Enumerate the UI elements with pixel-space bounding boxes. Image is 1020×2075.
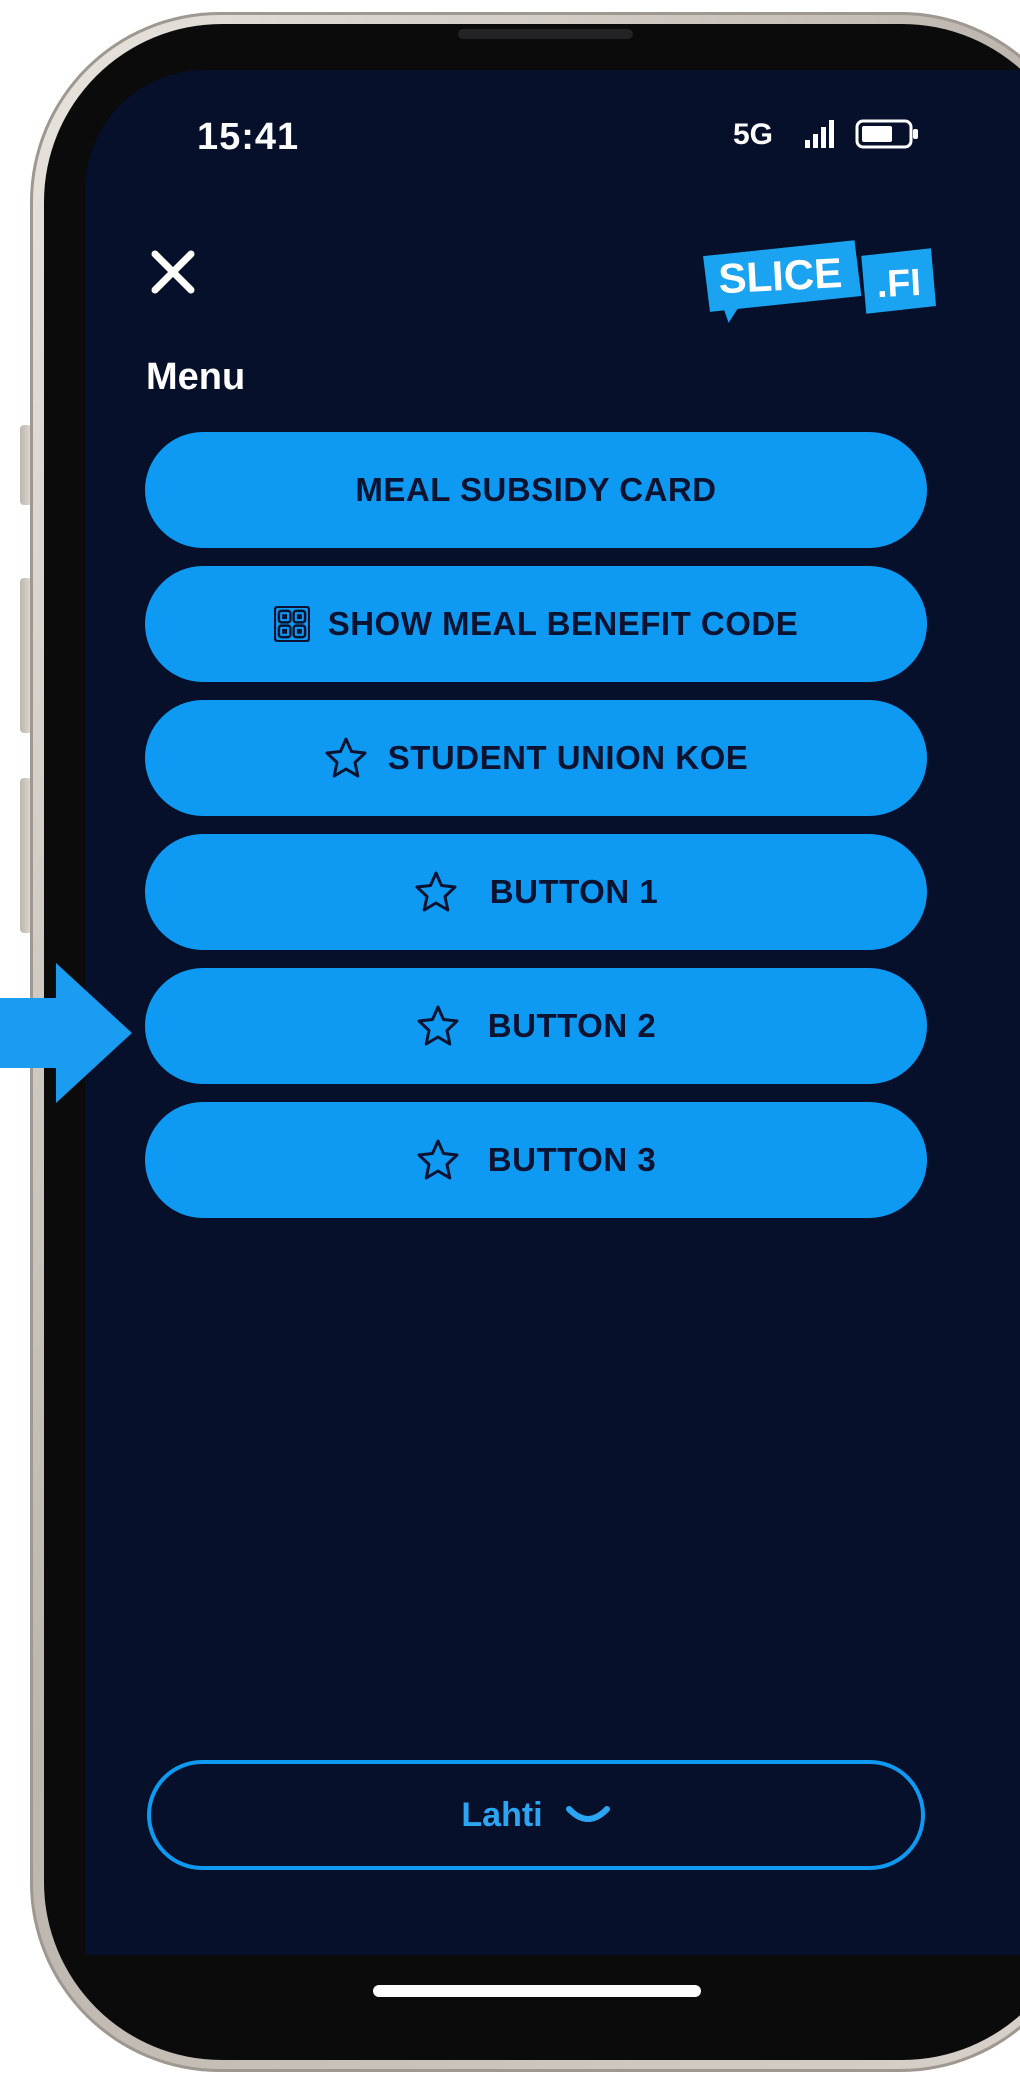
city-value: Lahti <box>461 1795 543 1834</box>
network-type: 5G <box>733 118 774 151</box>
home-indicator[interactable] <box>373 1985 701 1997</box>
battery-icon <box>855 119 918 149</box>
logo-suffix-text: .FI <box>876 262 922 306</box>
menu-item-label: STUDENT UNION KOE <box>387 739 749 776</box>
page: 15:41 5G SLICE .FI Menu MEAL SUBSIDY CAR… <box>0 0 1020 2075</box>
slice-fi-logo: SLICE .FI <box>703 240 936 323</box>
menu-item-label: SHOW MEAL BENEFIT CODE <box>327 605 799 642</box>
menu-item-label: BUTTON 1 <box>489 873 659 910</box>
menu-item-label: BUTTON 2 <box>487 1007 657 1044</box>
star-icon <box>415 871 457 912</box>
qr-code-icon <box>273 606 310 642</box>
city-dropdown[interactable]: Lahti <box>147 1760 925 1870</box>
menu-item-label: BUTTON 3 <box>487 1141 657 1178</box>
app-screen: 15:41 5G SLICE .FI Menu MEAL SUBSIDY CAR… <box>85 70 1020 1955</box>
show-meal-benefit-code-button[interactable]: SHOW MEAL BENEFIT CODE <box>145 566 927 682</box>
earpiece <box>458 29 633 39</box>
button-1[interactable]: BUTTON 1 <box>145 834 927 950</box>
chevron-down-icon <box>565 1806 610 1822</box>
star-icon <box>417 1139 459 1180</box>
star-icon <box>417 1005 459 1046</box>
status-time: 15:41 <box>197 116 300 158</box>
logo-main-text: SLICE <box>717 249 843 302</box>
star-icon <box>325 737 367 778</box>
signal-icon <box>805 120 834 148</box>
student-union-koe-button[interactable]: STUDENT UNION KOE <box>145 700 927 816</box>
meal-subsidy-card-button[interactable]: MEAL SUBSIDY CARD <box>145 432 927 548</box>
menu-title: Menu <box>146 356 246 398</box>
close-icon[interactable] <box>145 244 201 300</box>
menu-item-label: MEAL SUBSIDY CARD <box>355 471 717 508</box>
button-2[interactable]: BUTTON 2 <box>145 968 927 1084</box>
button-3[interactable]: BUTTON 3 <box>145 1102 927 1218</box>
arrow-right-icon <box>0 963 132 1103</box>
